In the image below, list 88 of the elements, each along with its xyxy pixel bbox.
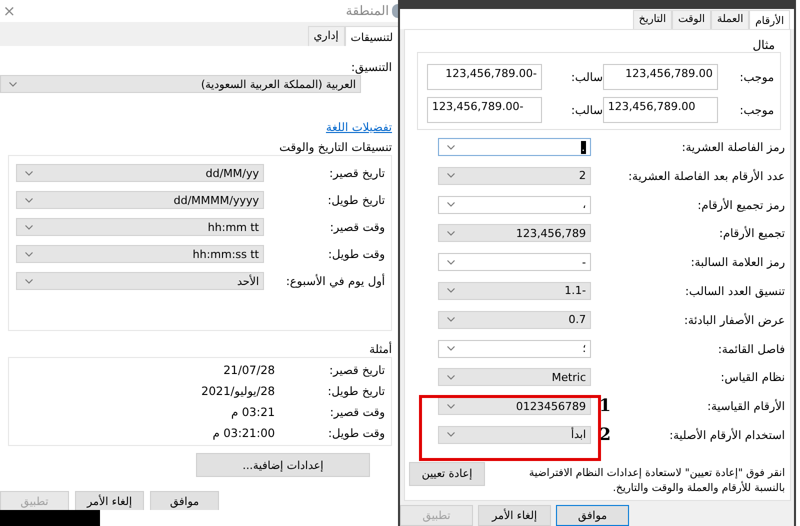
field-label: فاصل القائمة: <box>716 342 785 356</box>
field-label: وقت قصير: <box>328 220 385 234</box>
field-label: تاريخ طويل: <box>326 193 385 207</box>
tab[interactable]: التاريخ <box>632 10 672 29</box>
dropdown-field[interactable]: 0123456789 <box>438 397 591 416</box>
annotation-number: 2 <box>598 426 612 444</box>
dialog-button[interactable]: موافق <box>150 491 219 510</box>
field-label: وقت طويل: <box>327 247 385 261</box>
field-label: أول يوم في الأسبوع: <box>285 274 385 288</box>
field-label: وقت قصير: <box>328 405 385 419</box>
dropdown-field[interactable]: 0.7 <box>438 310 591 329</box>
dropdown-field[interactable]: ، <box>438 196 591 214</box>
dropdown-field[interactable]: العربية (المملكة العربية السعودية) <box>0 75 361 93</box>
chevron-down-icon <box>25 170 33 176</box>
field-label: التنسيق: <box>350 60 392 74</box>
field-label: استخدام الأرقام الأصلية: <box>668 428 785 442</box>
field-label: تنسيق العدد السالب: <box>684 284 785 298</box>
chevron-down-icon <box>447 346 455 352</box>
dropdown-field[interactable]: 1.1- <box>438 282 591 300</box>
field-label: سالب: <box>570 103 603 117</box>
chevron-down-icon <box>25 278 33 284</box>
field-label: تاريخ قصير: <box>328 363 385 377</box>
chevron-down-icon <box>447 374 455 380</box>
example-value: 28/يوليو/2021 <box>200 384 275 398</box>
field-label: نظام القياس: <box>720 370 785 384</box>
field-label: رمز الفاصلة العشرية: <box>680 140 785 154</box>
chevron-down-icon <box>447 404 455 409</box>
chevron-down-icon <box>447 288 455 294</box>
chevron-down-icon <box>447 202 455 208</box>
chevron-down-icon <box>25 252 33 256</box>
chevron-down-icon <box>25 198 33 202</box>
dropdown-field[interactable]: الأحد <box>16 272 264 290</box>
chevron-down-icon <box>447 260 455 265</box>
annotation-number: 1 <box>598 397 612 416</box>
dropdown-field[interactable]: hh:mm tt <box>16 218 264 236</box>
field-label: عدد الأرقام بعد الفاصلة العشرية: <box>627 168 785 183</box>
reset-note: انقر فوق "إعادة تعيين" لاستعادة إعدادات النظام الافتراضية بالنسبة للأرقام والعملة والوقت والتاريخ. <box>528 466 785 496</box>
dropdown-field[interactable]: 2 <box>438 166 591 185</box>
dropdown-field[interactable]: - <box>438 253 591 272</box>
example-value: 21/07/28 <box>222 363 275 377</box>
tab[interactable]: إداري <box>308 26 345 46</box>
dropdown-field[interactable]: ابدأ <box>438 426 591 444</box>
group-title: أمثلة <box>368 343 392 356</box>
example-value: 03:21 م <box>230 405 275 419</box>
chevron-down-icon <box>447 230 455 236</box>
chevron-down-icon <box>9 82 17 86</box>
field-label: رمز العلامة السالبة: <box>690 255 785 270</box>
dialog-button[interactable]: إلغاء الأمر <box>75 491 144 510</box>
dropdown-field[interactable]: Metric <box>438 368 591 386</box>
example-field: 123,456,789.00 <box>602 97 718 123</box>
dropdown-field[interactable]: dd/MMMM/yyyy <box>16 191 264 209</box>
chevron-down-icon <box>447 173 455 178</box>
dropdown-field[interactable]: hh:mm:ss tt <box>16 245 264 263</box>
field-label: تاريخ طويل: <box>326 384 385 398</box>
example-field: 123,456,789.00 <box>602 64 718 90</box>
chevron-down-icon <box>25 224 33 230</box>
field-label: رمز تجميع الأرقام: <box>696 198 785 212</box>
window-title: المنطقة <box>346 4 389 18</box>
example-field: 123,456,789.00- <box>427 64 542 90</box>
additional-settings-button[interactable]: إعدادات إضافية... <box>196 453 370 477</box>
dialog-button[interactable]: إلغاء الأمر <box>478 504 551 526</box>
field-label: تاريخ قصير: <box>328 166 385 180</box>
chevron-down-icon <box>447 432 455 438</box>
tab[interactable]: العملة <box>710 10 750 29</box>
chevron-down-icon <box>447 144 455 150</box>
field-label: موجب: <box>738 103 774 117</box>
dropdown-field[interactable]: ؛ <box>438 340 591 358</box>
field-label: عرض الأصفار البادئة: <box>683 312 785 327</box>
tab[interactable]: الأرقام <box>749 10 790 29</box>
example-value: 03:21:00 م <box>212 426 275 440</box>
dropdown-field[interactable]: . <box>438 138 591 156</box>
field-label: تجميع الأرقام: <box>718 226 785 240</box>
dropdown-field[interactable]: dd/MM/yy <box>16 164 264 182</box>
language-link[interactable]: تفضيلات اللغة <box>326 120 392 134</box>
field-label: موجب: <box>738 70 774 84</box>
group-title: مثال <box>752 39 775 52</box>
example-field: 123,456,789.00- <box>427 97 542 123</box>
close-icon[interactable]: × <box>3 2 16 20</box>
field-label: وقت طويل: <box>327 426 385 440</box>
tab[interactable]: الوقت <box>672 10 711 29</box>
chevron-down-icon <box>447 317 455 322</box>
group-title: تنسيقات التاريخ والوقت <box>278 141 392 154</box>
dialog-button[interactable]: موافق <box>556 504 629 526</box>
tab[interactable]: لتنسيقات <box>344 26 398 46</box>
dropdown-field[interactable]: 123,456,789 <box>438 224 591 242</box>
reset-button[interactable]: إعادة تعيين <box>409 462 485 486</box>
field-label: الأرقام القياسية: <box>706 399 785 414</box>
field-label: سالب: <box>570 70 603 84</box>
